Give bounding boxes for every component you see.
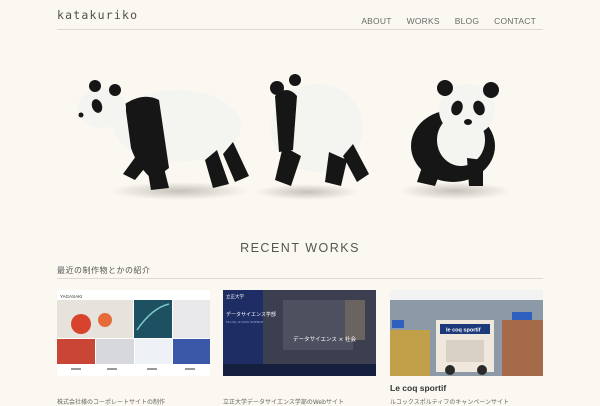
header-divider xyxy=(57,29,543,30)
panda-rear-view xyxy=(255,74,369,200)
work-desc-2: 立正大学データサイエンス学部のWebサイト xyxy=(223,399,344,406)
thumb-yagasaki-logo: YAGASAKI xyxy=(60,294,82,299)
work-card-3[interactable]: le coq sportif Le coq sportif ルコックスポルティフ… xyxy=(390,290,543,406)
panda-side-view xyxy=(78,80,249,200)
work-desc-3: ルコックスポルティフのキャンペーンサイト xyxy=(390,399,510,406)
recent-works-subheading: 最近の制作物とかの紹介 xyxy=(57,266,151,275)
work-thumbnail-3[interactable]: le coq sportif xyxy=(390,290,543,376)
work-thumbnail-1[interactable]: YAGASAKI xyxy=(57,290,210,376)
site-logo[interactable]: katakuriko xyxy=(57,8,138,22)
works-divider xyxy=(57,278,543,279)
main-nav: ABOUT WORKS BLOG CONTACT xyxy=(346,16,536,26)
panda-front-view xyxy=(399,80,511,200)
thumb-rissho-name: 立正大学 xyxy=(226,293,244,300)
nav-contact-link[interactable]: CONTACT xyxy=(494,16,536,26)
nav-blog-link[interactable]: BLOG xyxy=(455,16,479,26)
thumb-lecoq-logo: le coq sportif xyxy=(446,328,481,334)
work-card-1[interactable]: YAGASAKI 株式会社様のコーポレートサイトの制作 xyxy=(57,290,210,406)
thumb-rissho-en: Faculty of DATA SCIENCE xyxy=(226,320,263,324)
nav-about-link[interactable]: ABOUT xyxy=(361,16,391,26)
hero-panda-illustration xyxy=(78,74,511,200)
work-thumbnail-2[interactable]: 立正大学 データサイエンス学部 Faculty of DATA SCIENCE … xyxy=(223,290,376,376)
work-card-2[interactable]: 立正大学 データサイエンス学部 Faculty of DATA SCIENCE … xyxy=(223,290,376,406)
work-title-3[interactable]: Le coq sportif xyxy=(390,383,543,394)
recent-works-heading: RECENT WORKS xyxy=(240,241,360,255)
thumb-rissho-faculty: データサイエンス学部 xyxy=(226,311,276,318)
work-title-2[interactable] xyxy=(223,383,376,394)
thumb-rissho-banner: データサイエンス × 社会 xyxy=(293,335,356,343)
nav-works-link[interactable]: WORKS xyxy=(407,16,440,26)
work-desc-1: 株式会社様のコーポレートサイトの制作 xyxy=(57,399,166,406)
work-title-1[interactable] xyxy=(57,383,210,394)
